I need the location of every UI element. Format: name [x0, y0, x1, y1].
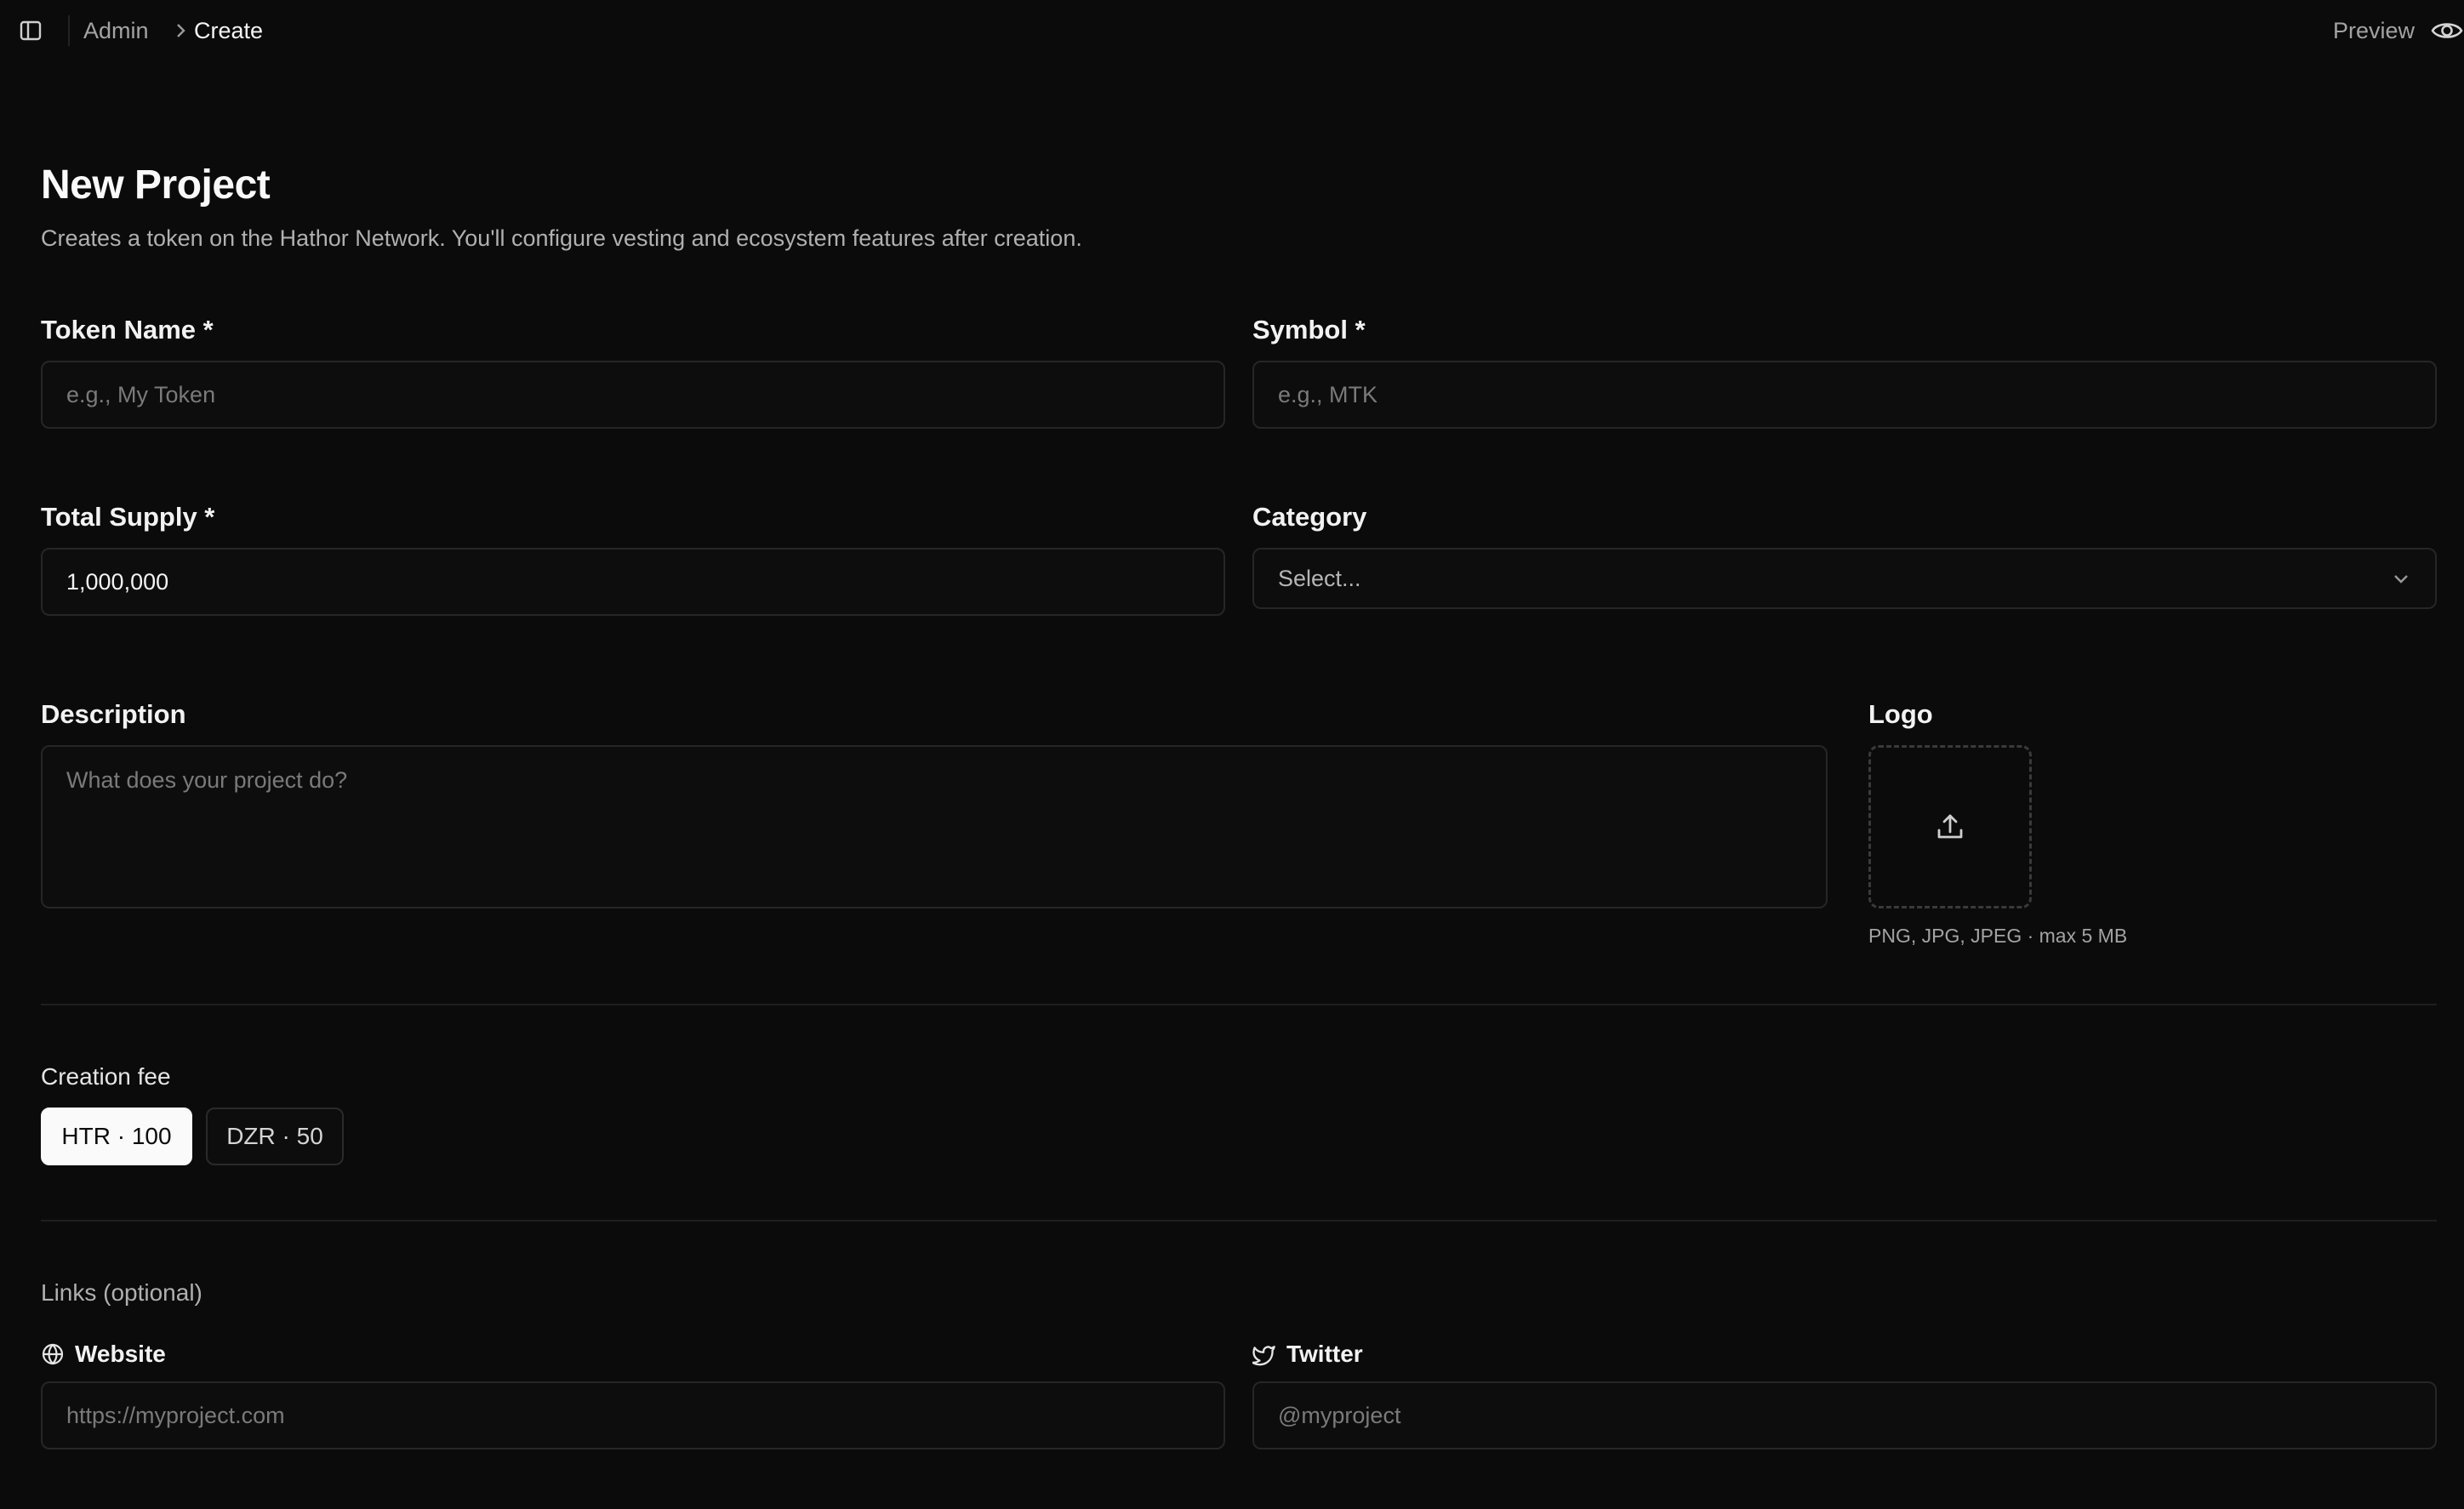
links-section-label: Links (optional): [41, 1279, 202, 1306]
chevron-right-icon: [177, 24, 185, 37]
fee-option-dzr[interactable]: DZR · 50: [206, 1108, 344, 1165]
logo-label: Logo: [1868, 699, 1933, 729]
preview-button[interactable]: Preview: [2333, 12, 2464, 49]
website-label: Website: [41, 1339, 166, 1369]
twitter-label-text: Twitter: [1286, 1341, 1363, 1367]
page-title: New Project: [41, 162, 271, 208]
category-label: Category: [1252, 502, 1367, 532]
topbar-divider: [68, 15, 70, 46]
category-select-value: Select...: [1278, 565, 1361, 591]
symbol-label: Symbol *: [1252, 315, 1366, 345]
total-supply-label: Total Supply *: [41, 502, 215, 532]
chevron-down-icon: [2394, 575, 2408, 584]
twitter-input[interactable]: [1252, 1381, 2437, 1449]
website-label-text: Website: [75, 1341, 166, 1367]
breadcrumb-admin[interactable]: Admin: [83, 15, 149, 46]
preview-label: Preview: [2332, 17, 2415, 43]
token-name-label: Token Name *: [41, 315, 214, 345]
upload-icon: [1937, 814, 1963, 839]
website-input[interactable]: [41, 1381, 1225, 1449]
top-bar: Admin Create Preview: [0, 0, 2464, 61]
creation-fee-label: Creation fee: [41, 1063, 171, 1090]
sidebar-toggle-button[interactable]: [17, 17, 44, 44]
symbol-input[interactable]: [1252, 361, 2437, 429]
sidebar-toggle-icon: [20, 20, 42, 41]
twitter-icon: [1252, 1346, 1275, 1366]
globe-icon: [42, 1343, 64, 1365]
page-subtitle: Creates a token on the Hathor Network. Y…: [41, 225, 1082, 251]
breadcrumb-create: Create: [194, 18, 264, 43]
eye-icon: [2431, 23, 2463, 38]
description-label: Description: [41, 699, 186, 729]
section-divider: [41, 1004, 2437, 1005]
total-supply-input[interactable]: [41, 548, 1225, 616]
twitter-label: Twitter: [1252, 1339, 1363, 1369]
token-name-input[interactable]: [41, 361, 1225, 429]
description-textarea[interactable]: [41, 745, 1828, 908]
section-divider: [41, 1220, 2437, 1221]
logo-hint: PNG, JPG, JPEG · max 5 MB: [1868, 925, 2128, 947]
logo-upload-dropzone[interactable]: [1868, 745, 2032, 908]
fee-option-htr[interactable]: HTR · 100: [41, 1108, 192, 1165]
category-select[interactable]: Select...: [1252, 548, 2437, 609]
